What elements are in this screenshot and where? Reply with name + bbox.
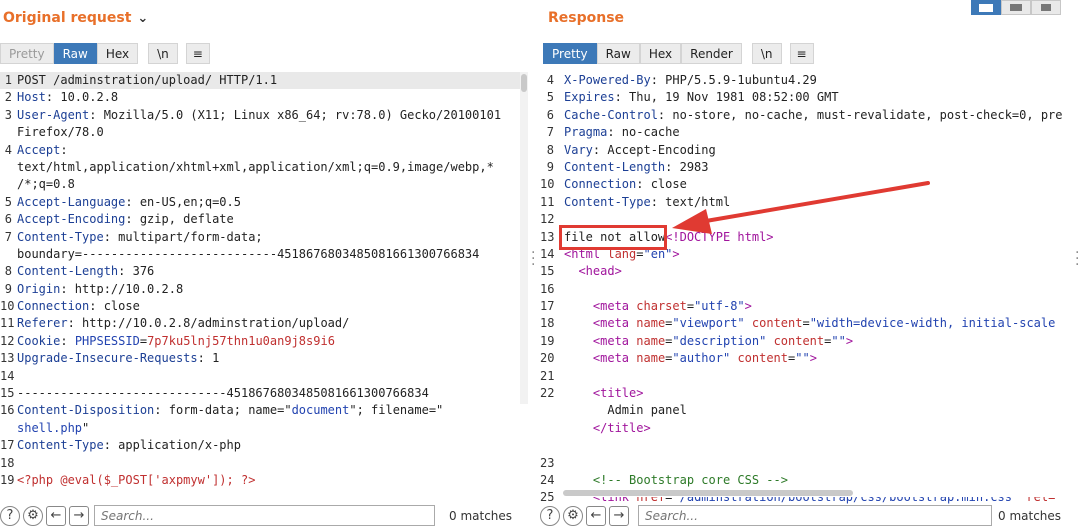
annotation-arrow bbox=[672, 181, 930, 234]
